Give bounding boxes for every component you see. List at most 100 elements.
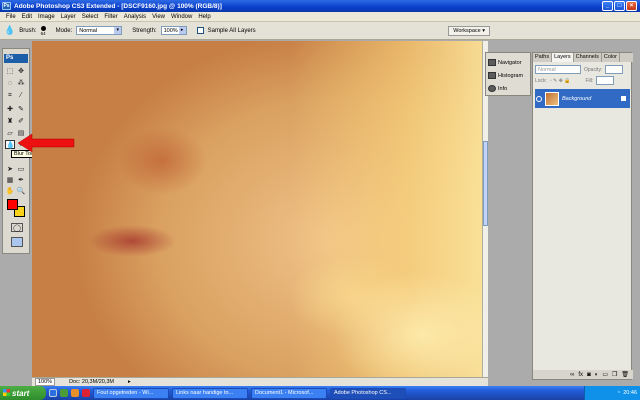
lock-icons[interactable]: ▫ ✎ ✥ 🔒 <box>550 78 571 84</box>
menu-image[interactable]: Image <box>35 14 58 20</box>
layer-row-background[interactable]: Background <box>535 89 630 108</box>
histogram-button[interactable]: Histogram <box>488 70 530 81</box>
opacity-label: Opacity: <box>584 66 603 73</box>
maximize-button[interactable]: □ <box>614 1 625 11</box>
task-label: Adobe Photoshop CS... <box>334 390 392 396</box>
eraser-tool-icon[interactable]: ▱ <box>5 129 15 138</box>
photoshop-logo: Ps <box>4 54 28 63</box>
menu-select[interactable]: Select <box>79 14 102 20</box>
start-button[interactable]: start <box>0 386 46 400</box>
zoom-tool-icon[interactable]: 🔍 <box>16 187 26 196</box>
system-tray: ◔ 20:46 <box>584 386 640 400</box>
foreground-color-swatch[interactable] <box>7 199 18 210</box>
shape-tool-icon[interactable]: ▭ <box>16 165 26 174</box>
menu-analysis[interactable]: Analysis <box>121 14 149 20</box>
blur-tool-icon[interactable]: 💧 <box>5 140 15 149</box>
navigator-label: Navigator <box>498 59 522 66</box>
app-quicklaunch-icon[interactable] <box>82 389 90 397</box>
tab-channels[interactable]: Channels <box>574 53 602 62</box>
tray-icon[interactable]: ◔ <box>617 390 620 396</box>
tab-layers[interactable]: Layers <box>552 53 574 62</box>
magic-wand-tool-icon[interactable]: ⁂ <box>16 79 26 88</box>
histogram-icon <box>488 72 496 79</box>
slice-tool-icon[interactable]: ⁄ <box>16 91 26 100</box>
eyedropper-tool-icon[interactable]: ✒ <box>16 176 26 185</box>
chevron-right-icon[interactable]: ▸ <box>128 379 131 385</box>
move-tool-icon[interactable]: ✥ <box>16 67 26 76</box>
taskbar-task-photoshop[interactable]: Adobe Photoshop CS... <box>330 387 406 399</box>
marquee-tool-icon[interactable]: ⬚ <box>5 67 15 76</box>
strength-value: 100% <box>163 27 178 34</box>
chevron-down-icon: ▾ <box>114 27 122 34</box>
red-arrow-annotation <box>17 133 75 153</box>
layer-style-icon[interactable]: fx <box>578 372 583 378</box>
layer-thumbnail <box>545 91 559 106</box>
blend-mode-select[interactable]: Normal <box>535 65 581 74</box>
fill-field[interactable] <box>596 76 615 85</box>
new-layer-icon[interactable]: ❐ <box>612 371 617 378</box>
taskbar-task-document[interactable]: Document1 - Microsof... <box>251 387 327 399</box>
healing-brush-tool-icon[interactable]: ✚ <box>5 105 15 114</box>
brush-tool-icon[interactable]: ✎ <box>16 105 26 114</box>
workspace-label: Workspace <box>453 28 481 34</box>
histogram-label: Histogram <box>498 72 524 79</box>
task-label: Fout opgetreden - Wi... <box>97 390 154 396</box>
taskbar-task-error[interactable]: Fout opgetreden - Wi... <box>93 387 169 399</box>
mode-label: Mode: <box>55 27 73 34</box>
tab-color[interactable]: Color <box>602 53 620 62</box>
hand-tool-icon[interactable]: ✋ <box>5 187 15 196</box>
mode-value: Normal <box>79 27 97 34</box>
document-canvas[interactable] <box>32 41 482 377</box>
adjustment-layer-icon[interactable]: ◐ <box>595 372 599 378</box>
start-label: start <box>12 388 30 398</box>
ie-quicklaunch-icon[interactable] <box>49 389 57 397</box>
crop-tool-icon[interactable]: ⌗ <box>5 91 15 100</box>
quick-mask-icon[interactable]: ◯ <box>11 223 23 232</box>
menu-window[interactable]: Window <box>168 14 195 20</box>
menu-file[interactable]: File <box>3 14 19 20</box>
layers-panel: Paths Layers Channels Color Normal Opaci… <box>532 52 633 380</box>
zoom-level[interactable]: 100% <box>35 378 56 386</box>
link-layers-icon[interactable]: ∞ <box>570 372 574 378</box>
screen-mode-icon[interactable] <box>11 237 23 247</box>
lasso-tool-icon[interactable]: ◌ <box>5 79 15 88</box>
desktop-quicklaunch-icon[interactable] <box>60 389 68 397</box>
close-button[interactable]: × <box>626 1 637 11</box>
windows-taskbar: start Fout opgetreden - Wi... Links naar… <box>0 386 640 400</box>
new-group-icon[interactable]: ▭ <box>602 371 608 378</box>
history-brush-tool-icon[interactable]: ✐ <box>16 117 26 126</box>
workspace-button[interactable]: Workspace ▾ <box>448 26 490 36</box>
strength-field[interactable]: 100% ▸ <box>160 26 187 35</box>
tab-paths[interactable]: Paths <box>533 53 553 62</box>
taskbar-task-links[interactable]: Links naar handige to... <box>172 387 248 399</box>
document-size: Doc: 20,3M/20,3M <box>69 379 115 385</box>
menu-layer[interactable]: Layer <box>58 14 79 20</box>
clone-stamp-tool-icon[interactable]: ♜ <box>5 117 15 126</box>
opacity-field[interactable] <box>605 65 624 74</box>
mode-select[interactable]: Normal ▾ <box>76 26 123 35</box>
sample-all-layers-checkbox[interactable] <box>196 27 204 34</box>
clock: 20:46 <box>623 390 637 396</box>
minimize-button[interactable]: _ <box>602 1 613 11</box>
add-mask-icon[interactable]: ◙ <box>587 372 591 378</box>
info-button[interactable]: Info <box>488 83 530 94</box>
notes-tool-icon[interactable]: ▦ <box>5 176 15 185</box>
fill-label: Fill: <box>585 77 594 84</box>
brush-picker[interactable]: 64 <box>40 25 46 36</box>
scrollbar-thumb[interactable] <box>483 141 488 226</box>
menu-view[interactable]: View <box>149 14 168 20</box>
trash-icon[interactable]: 🗑 <box>621 371 629 378</box>
blur-tool-preset-icon[interactable]: 💧 <box>4 25 15 36</box>
menu-edit[interactable]: Edit <box>19 14 35 20</box>
photoshop-app-icon: Ps <box>2 2 11 10</box>
menu-filter[interactable]: Filter <box>101 14 120 20</box>
info-icon <box>488 85 496 92</box>
menu-help[interactable]: Help <box>195 14 213 20</box>
navigator-button[interactable]: Navigator <box>488 57 530 68</box>
path-selection-tool-icon[interactable]: ➤ <box>5 165 15 174</box>
task-label: Document1 - Microsof... <box>255 390 314 396</box>
media-quicklaunch-icon[interactable] <box>71 389 79 397</box>
visibility-eye-icon[interactable] <box>536 95 542 102</box>
task-label: Links naar handige to... <box>176 390 234 396</box>
lock-label: Lock: <box>535 77 547 84</box>
